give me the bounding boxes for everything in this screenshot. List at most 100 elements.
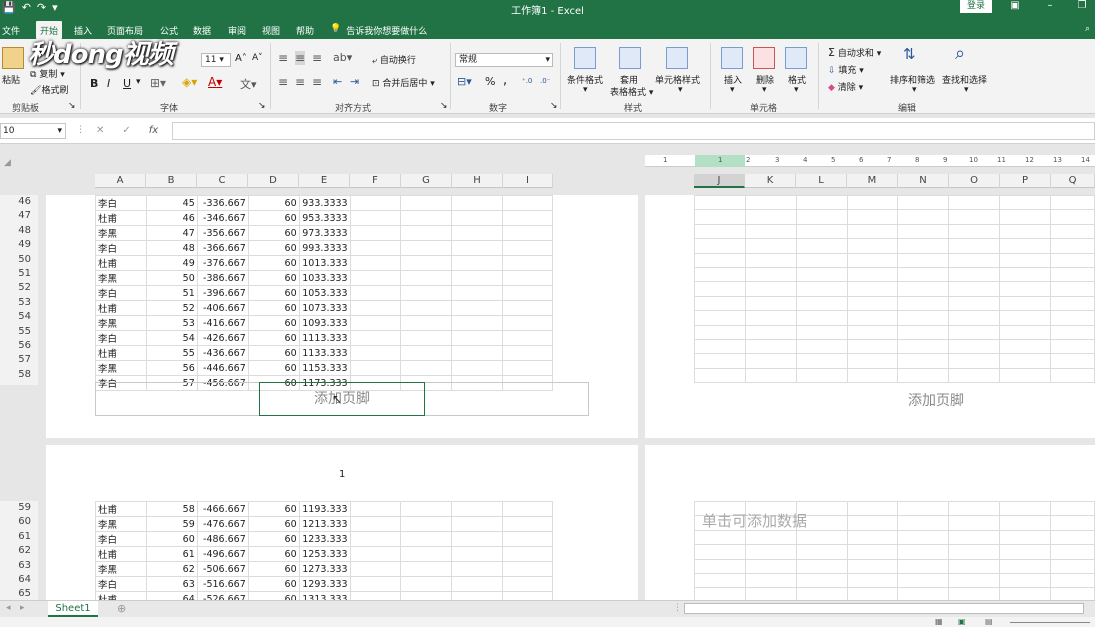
cell[interactable] <box>795 252 848 268</box>
cell[interactable]: 60 <box>247 240 300 256</box>
cell[interactable]: 60 <box>247 546 300 562</box>
cell[interactable] <box>795 223 848 240</box>
cell[interactable] <box>349 501 402 517</box>
cell[interactable] <box>846 558 899 574</box>
tab-review[interactable]: 审阅 <box>228 24 246 37</box>
align-left-icon[interactable]: ≡ <box>278 75 288 89</box>
cell[interactable] <box>349 315 402 331</box>
cell[interactable]: 李黑 <box>95 315 147 331</box>
cell[interactable] <box>400 546 453 562</box>
cell[interactable]: 李黑 <box>95 360 147 376</box>
cell[interactable]: -506.667 <box>196 561 249 577</box>
cell[interactable] <box>502 576 553 592</box>
cell[interactable] <box>400 195 453 211</box>
cell[interactable]: 59 <box>145 516 198 532</box>
cell[interactable]: -496.667 <box>196 546 249 562</box>
cell[interactable] <box>744 587 797 600</box>
align-right-icon[interactable]: ≡ <box>312 75 322 89</box>
cell[interactable]: 53 <box>145 315 198 331</box>
cell[interactable] <box>502 315 553 331</box>
cell[interactable] <box>999 353 1052 369</box>
cell[interactable] <box>1050 529 1095 546</box>
cell[interactable]: 60 <box>247 576 300 592</box>
cell[interactable]: 63 <box>145 576 198 592</box>
italic-button[interactable]: I <box>107 77 110 90</box>
cell[interactable] <box>400 531 453 547</box>
cell[interactable]: -426.667 <box>196 330 249 346</box>
cell[interactable]: 1033.333 <box>298 270 351 286</box>
cell[interactable] <box>400 210 453 226</box>
fx-icon[interactable]: fx <box>149 125 158 136</box>
cell[interactable] <box>744 558 797 574</box>
cell[interactable] <box>846 295 899 312</box>
row-header[interactable]: 64 <box>0 574 34 585</box>
cell[interactable] <box>999 558 1052 574</box>
cell[interactable] <box>948 529 1001 546</box>
cell[interactable]: 51 <box>145 285 198 301</box>
clear-button[interactable]: ◆ 清除 ▾ <box>828 80 863 93</box>
cell[interactable] <box>400 360 453 376</box>
cell[interactable] <box>744 338 797 355</box>
cell[interactable]: -416.667 <box>196 315 249 331</box>
cell[interactable]: -346.667 <box>196 210 249 226</box>
cell[interactable] <box>948 587 1001 600</box>
cell[interactable] <box>451 591 504 600</box>
cell[interactable]: 李黑 <box>95 270 147 286</box>
cell[interactable] <box>694 238 746 254</box>
cell[interactable] <box>897 572 950 589</box>
cell[interactable] <box>846 587 899 600</box>
cell[interactable]: 48 <box>145 240 198 256</box>
cell[interactable] <box>1050 572 1095 589</box>
cell[interactable]: 杜甫 <box>95 546 147 562</box>
column-header[interactable]: O <box>949 174 1000 188</box>
cell[interactable] <box>846 194 899 211</box>
cell[interactable] <box>400 345 453 361</box>
cell[interactable]: 60 <box>145 531 198 547</box>
login-button[interactable]: 登录 <box>960 0 992 13</box>
cell[interactable] <box>846 209 899 225</box>
cell[interactable] <box>451 285 504 301</box>
cell[interactable]: 60 <box>247 210 300 226</box>
formula-input[interactable] <box>172 122 1095 140</box>
cell[interactable]: -386.667 <box>196 270 249 286</box>
format-cells-icon[interactable] <box>785 47 807 69</box>
cell[interactable] <box>948 209 1001 225</box>
cell[interactable] <box>1050 223 1095 240</box>
cell[interactable] <box>948 310 1001 326</box>
cell[interactable] <box>1050 295 1095 312</box>
cell[interactable] <box>999 572 1052 589</box>
cell[interactable] <box>349 225 402 241</box>
cell[interactable] <box>349 270 402 286</box>
cell[interactable] <box>846 338 899 355</box>
cell[interactable] <box>897 223 950 240</box>
cell[interactable]: 973.3333 <box>298 225 351 241</box>
cell[interactable] <box>400 516 453 532</box>
cell[interactable]: 933.3333 <box>298 195 351 211</box>
cell[interactable] <box>694 338 746 355</box>
cell[interactable] <box>948 223 1001 240</box>
cell[interactable] <box>744 266 797 283</box>
cell[interactable] <box>948 238 1001 254</box>
find-icon[interactable]: ⌕ <box>955 43 965 64</box>
cell[interactable] <box>349 345 402 361</box>
row-header[interactable]: 60 <box>0 516 34 527</box>
cell[interactable]: 杜甫 <box>95 255 147 271</box>
column-header[interactable]: A <box>95 174 146 188</box>
cell[interactable] <box>694 529 746 546</box>
wrap-text-button[interactable]: ⤶ 自动换行 <box>372 53 416 66</box>
align-top-icon[interactable]: ≡ <box>278 51 288 65</box>
align-bottom-icon[interactable]: ≡ <box>312 51 322 65</box>
cell[interactable] <box>694 223 746 240</box>
cell[interactable]: -466.667 <box>196 501 249 517</box>
scroll-left-icon[interactable]: ◂ <box>6 603 11 613</box>
cell[interactable] <box>948 194 1001 211</box>
cell[interactable] <box>948 324 1001 340</box>
cell-styles-icon[interactable] <box>666 47 688 69</box>
cell[interactable] <box>897 367 950 384</box>
cell[interactable]: 1273.333 <box>298 561 351 577</box>
cell[interactable]: -446.667 <box>196 360 249 376</box>
cell[interactable]: -516.667 <box>196 576 249 592</box>
cell[interactable] <box>1050 587 1095 600</box>
cell[interactable] <box>846 367 899 384</box>
cell[interactable] <box>1050 209 1095 225</box>
